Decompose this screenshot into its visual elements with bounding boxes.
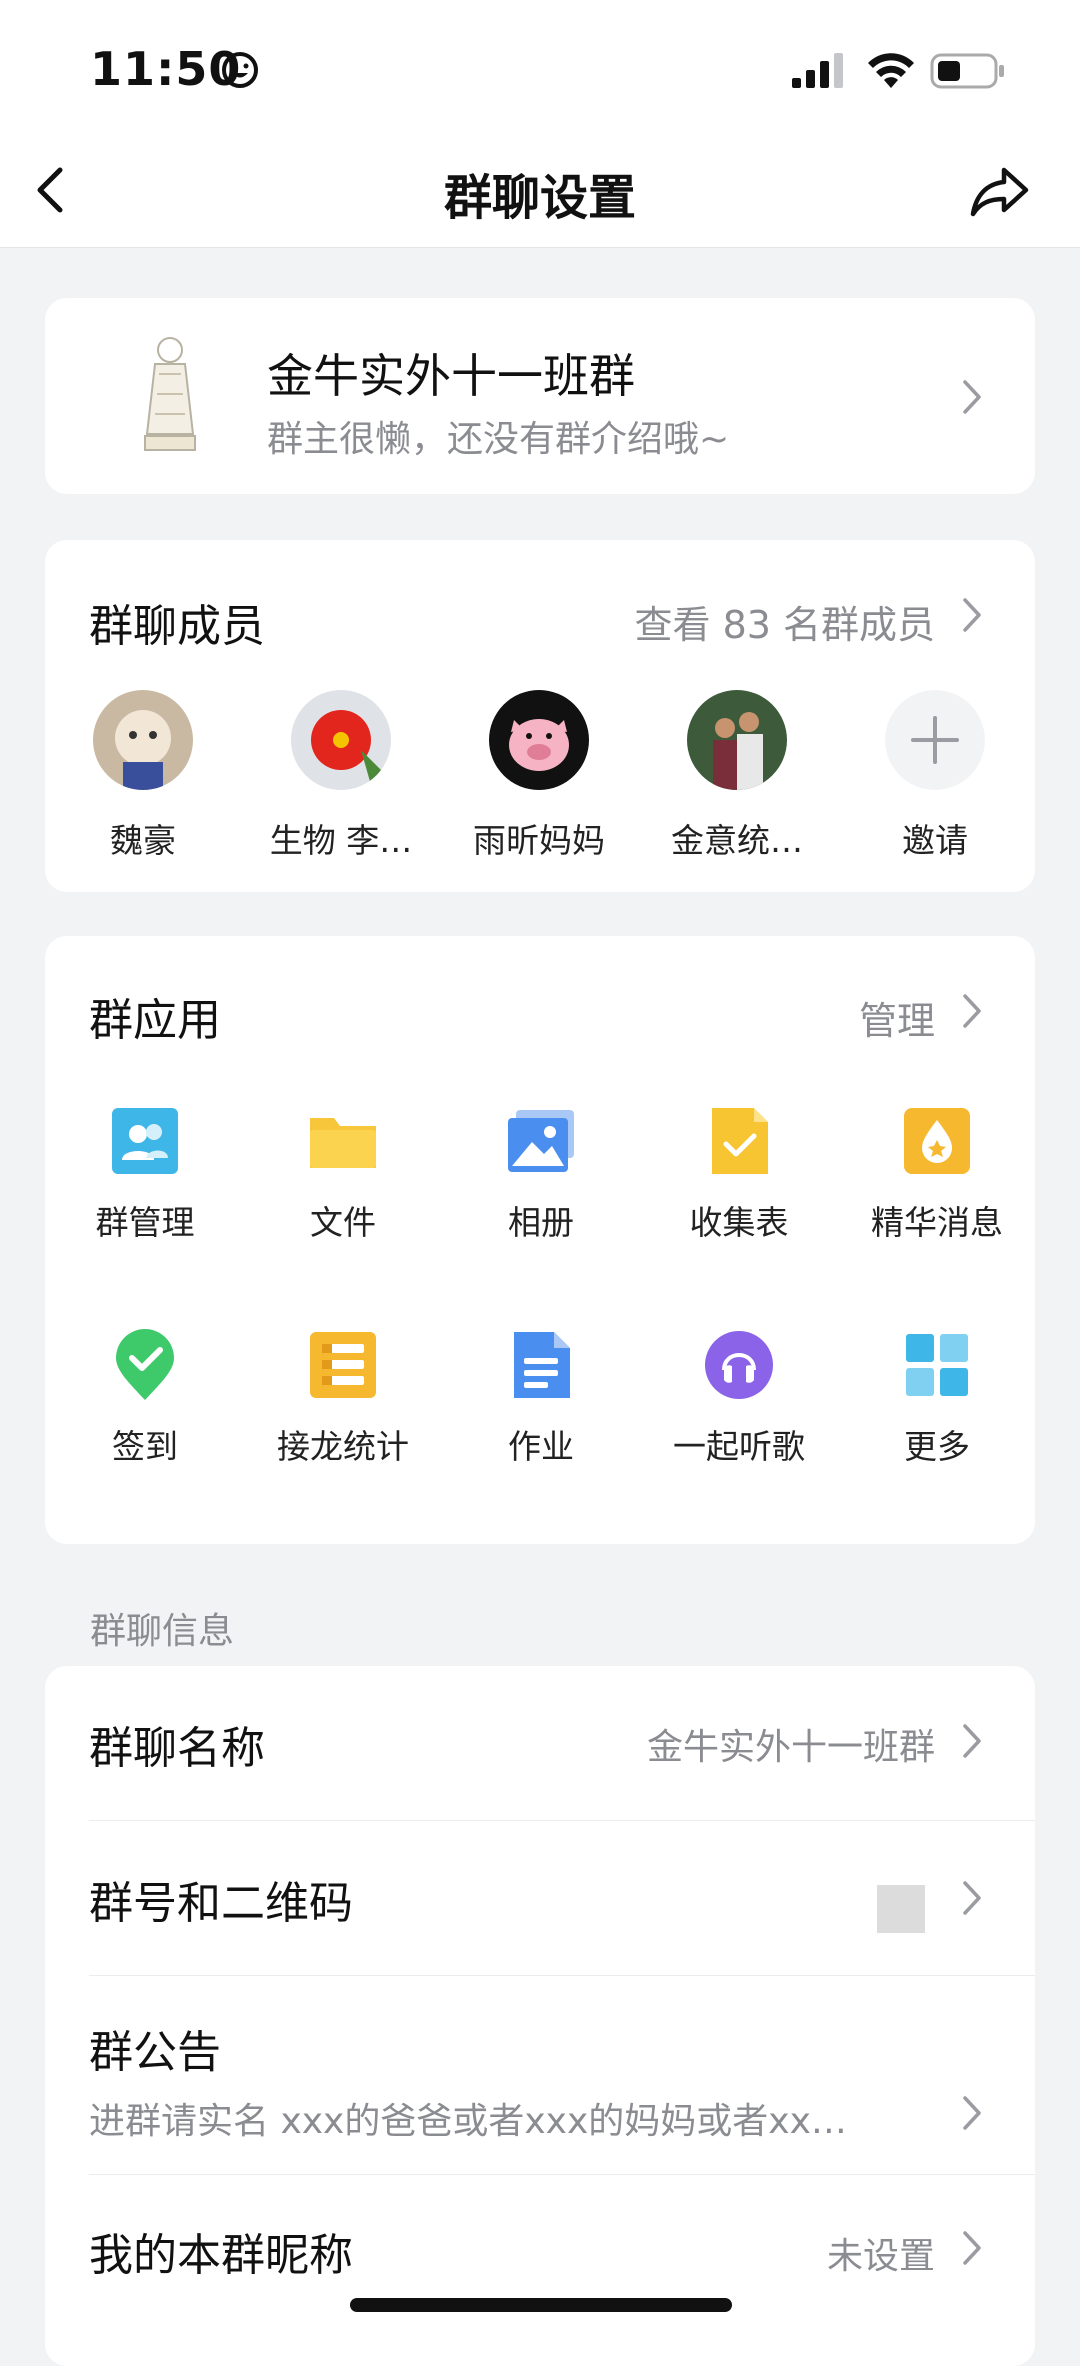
group-notice-label: 群公告 bbox=[89, 2027, 221, 2078]
relay-icon bbox=[310, 1332, 376, 1398]
app-group-manage[interactable]: 群管理 bbox=[55, 1104, 235, 1244]
nav-bar: 群聊设置 bbox=[0, 130, 1080, 248]
member-item[interactable]: 金意统… bbox=[647, 690, 827, 862]
group-info-card: 群聊名称 金牛实外十一班群 群号和二维码 群公告 进群请实名 xxx的爸爸或者x… bbox=[45, 1666, 1035, 2366]
share-icon[interactable] bbox=[968, 160, 1032, 220]
app-label: 接龙统计 bbox=[277, 1427, 409, 1466]
wifi-icon bbox=[868, 53, 914, 88]
music-icon bbox=[705, 1331, 773, 1399]
page-title: 群聊设置 bbox=[443, 170, 636, 226]
status-bar: 11:50 bbox=[0, 0, 1080, 130]
album-icon bbox=[508, 1110, 574, 1172]
chevron-right-icon bbox=[960, 992, 984, 1030]
chevron-right-icon bbox=[960, 2229, 984, 2267]
member-name: 金意统… bbox=[671, 821, 803, 860]
app-more[interactable]: 更多 bbox=[847, 1328, 1027, 1468]
app-relay-stats[interactable]: 接龙统计 bbox=[253, 1328, 433, 1468]
homework-icon bbox=[514, 1332, 570, 1398]
app-label: 一起听歌 bbox=[673, 1427, 805, 1466]
group-avatar bbox=[115, 324, 225, 464]
app-label: 更多 bbox=[904, 1427, 970, 1466]
member-avatar bbox=[291, 690, 391, 790]
plus-icon bbox=[885, 690, 985, 790]
app-collection-form[interactable]: 收集表 bbox=[649, 1104, 829, 1244]
chevron-right-icon bbox=[960, 1879, 984, 1917]
folder-icon bbox=[310, 1118, 376, 1168]
app-homework[interactable]: 作业 bbox=[451, 1328, 631, 1468]
apps-manage-link[interactable]: 管理 bbox=[859, 990, 935, 1045]
app-listen-together[interactable]: 一起听歌 bbox=[649, 1328, 829, 1468]
member-avatar bbox=[687, 690, 787, 790]
members-title: 群聊成员 bbox=[89, 601, 265, 652]
status-time: 11:50 bbox=[90, 42, 242, 96]
member-item[interactable]: 雨昕妈妈 bbox=[449, 690, 629, 862]
apps-title: 群应用 bbox=[89, 995, 221, 1046]
members-card: 群聊成员 查看 83 名群成员 魏豪 生物 李… 雨昕妈妈 金意统… 邀请 bbox=[45, 540, 1035, 892]
group-apps-card: 群应用 管理 群管理 文件 相册 收集表 精华消息 签到 接龙统计 作业 一起听… bbox=[45, 936, 1035, 1544]
checkin-icon bbox=[116, 1329, 174, 1400]
signal-icon bbox=[792, 53, 843, 88]
group-qr-label: 群号和二维码 bbox=[89, 1878, 353, 1929]
form-icon bbox=[712, 1108, 768, 1174]
group-notice-row[interactable]: 群公告 进群请实名 xxx的爸爸或者xxx的妈妈或者xx… bbox=[45, 1976, 1035, 2174]
member-name: 邀请 bbox=[902, 821, 968, 860]
group-name: 金牛实外十一班群 bbox=[267, 349, 635, 403]
app-label: 文件 bbox=[310, 1203, 376, 1242]
app-label: 相册 bbox=[508, 1203, 574, 1242]
group-notice-preview: 进群请实名 xxx的爸爸或者xxx的妈妈或者xx… bbox=[89, 2101, 847, 2142]
group-name-value: 金牛实外十一班群 bbox=[646, 1727, 935, 1768]
view-members-link[interactable]: 查看 83 名群成员 bbox=[634, 594, 935, 649]
app-label: 精华消息 bbox=[871, 1203, 1003, 1242]
chevron-right-icon bbox=[960, 1722, 984, 1760]
app-label: 群管理 bbox=[95, 1203, 195, 1242]
qr-code-icon bbox=[877, 1885, 925, 1933]
group-intro: 群主很懒，还没有群介绍哦~ bbox=[267, 419, 730, 460]
app-album[interactable]: 相册 bbox=[451, 1104, 631, 1244]
more-grid-icon bbox=[906, 1334, 968, 1396]
app-label: 作业 bbox=[508, 1427, 574, 1466]
my-nickname-value: 未设置 bbox=[826, 2236, 935, 2277]
battery-icon bbox=[930, 53, 1004, 89]
app-label: 签到 bbox=[112, 1427, 178, 1466]
home-indicator bbox=[350, 2298, 732, 2312]
member-name: 生物 李… bbox=[269, 821, 413, 860]
group-name-label: 群聊名称 bbox=[89, 1723, 265, 1774]
group-profile-card[interactable]: 金牛实外十一班群 群主很懒，还没有群介绍哦~ bbox=[45, 298, 1035, 494]
member-avatar bbox=[489, 690, 589, 790]
app-essence[interactable]: 精华消息 bbox=[847, 1104, 1027, 1244]
chevron-right-icon bbox=[960, 596, 984, 634]
member-item[interactable]: 魏豪 bbox=[53, 690, 233, 862]
member-avatar bbox=[93, 690, 193, 790]
member-name: 魏豪 bbox=[110, 821, 176, 860]
member-name: 雨昕妈妈 bbox=[473, 821, 605, 860]
group-qr-row[interactable]: 群号和二维码 bbox=[45, 1821, 1035, 1975]
info-section-header: 群聊信息 bbox=[90, 1611, 235, 1652]
group-name-row[interactable]: 群聊名称 金牛实外十一班群 bbox=[45, 1666, 1035, 1820]
member-item[interactable]: 生物 李… bbox=[251, 690, 431, 862]
chevron-right-icon bbox=[960, 2094, 984, 2132]
my-nickname-label: 我的本群昵称 bbox=[89, 2230, 353, 2281]
chevron-right-icon bbox=[960, 378, 984, 416]
smiley-icon bbox=[222, 52, 258, 88]
app-label: 收集表 bbox=[689, 1203, 789, 1242]
app-files[interactable]: 文件 bbox=[253, 1104, 433, 1244]
essence-icon bbox=[904, 1108, 970, 1174]
group-manage-icon bbox=[112, 1108, 178, 1174]
invite-member-button[interactable]: 邀请 bbox=[845, 690, 1025, 862]
app-checkin[interactable]: 签到 bbox=[55, 1328, 235, 1468]
